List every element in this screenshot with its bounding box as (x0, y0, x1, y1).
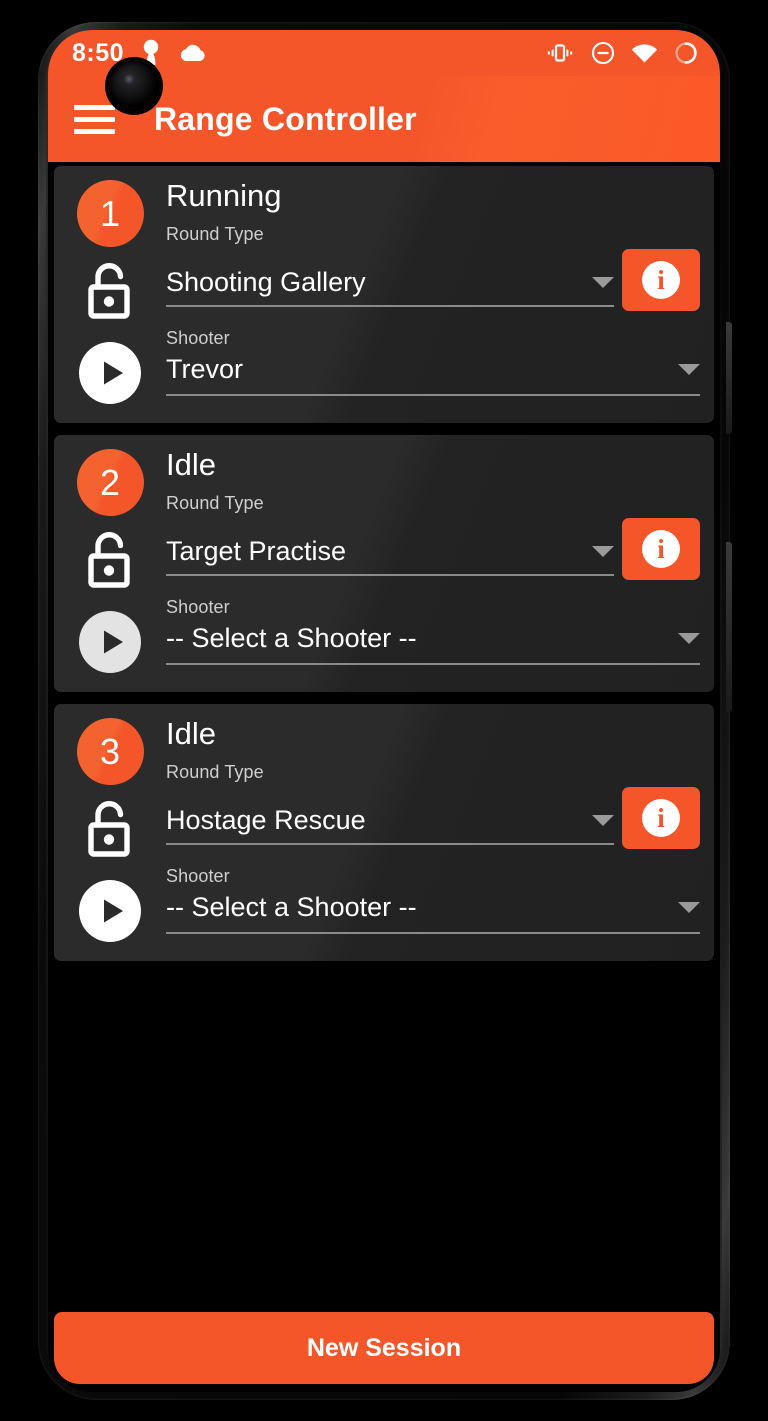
wifi-icon (631, 43, 658, 64)
chevron-down-icon (592, 546, 614, 558)
chevron-down-icon (592, 277, 614, 289)
lane-card-left-column: 1 (68, 178, 152, 409)
lane-status: Idle (166, 716, 216, 751)
unlocked-padlock-icon[interactable] (82, 261, 138, 328)
lane-list: 1 Running Round Type Shooting Gallery i … (48, 162, 720, 1392)
shooter-value: Trevor (166, 354, 244, 385)
round-type-row: Target Practise i (166, 518, 700, 581)
page-title: Range Controller (154, 100, 417, 137)
shooter-row: -- Select a Shooter -- (166, 623, 700, 666)
lane-card-right-column: Idle Round Type Hostage Rescue i Shooter… (152, 716, 700, 947)
round-type-field: Round Type Shooting Gallery i (166, 223, 700, 312)
info-icon: i (642, 530, 680, 569)
lane-number-badge: 3 (76, 718, 144, 785)
shooter-value: -- Select a Shooter -- (166, 623, 417, 654)
power-button[interactable] (726, 322, 732, 434)
unlocked-padlock-icon[interactable] (82, 799, 138, 866)
round-type-value: Shooting Gallery (166, 267, 366, 298)
menu-line (74, 116, 115, 122)
round-type-row: Hostage Rescue i (166, 787, 700, 850)
volume-button[interactable] (726, 542, 732, 712)
shooter-row: -- Select a Shooter -- (166, 892, 700, 935)
shooter-field: Shooter Trevor (166, 328, 700, 397)
shooter-label: Shooter (166, 866, 230, 887)
front-camera-punch-hole (108, 60, 160, 112)
info-icon: i (642, 261, 680, 300)
phone-screen: 8:50 Range Controller 1 Running Round Ty… (48, 30, 720, 1392)
shooter-field: Shooter -- Select a Shooter -- (166, 866, 700, 935)
lane-card-right-column: Idle Round Type Target Practise i Shoote… (152, 447, 700, 678)
shooter-select[interactable]: -- Select a Shooter -- (166, 892, 700, 935)
lane-card[interactable]: 3 Idle Round Type Hostage Rescue i Shoot… (54, 704, 714, 961)
round-type-select[interactable]: Target Practise (166, 536, 614, 577)
status-bar-right-group (545, 41, 698, 65)
chevron-down-icon (678, 633, 700, 645)
do-not-disturb-icon (591, 41, 615, 65)
lane-status: Running (166, 178, 282, 213)
round-type-label: Round Type (166, 223, 264, 244)
menu-line (74, 104, 115, 110)
round-type-select[interactable]: Hostage Rescue (166, 805, 614, 846)
lane-number-badge: 2 (76, 449, 144, 516)
lane-card[interactable]: 1 Running Round Type Shooting Gallery i … (54, 166, 714, 423)
round-type-label: Round Type (166, 761, 264, 782)
shooter-label: Shooter (166, 597, 230, 618)
shooter-select[interactable]: Trevor (166, 354, 700, 397)
vibrate-icon (545, 42, 575, 64)
shooter-select[interactable]: -- Select a Shooter -- (166, 623, 700, 666)
chevron-down-icon (678, 364, 700, 376)
shooter-field: Shooter -- Select a Shooter -- (166, 597, 700, 666)
shooter-label: Shooter (166, 328, 230, 349)
play-circle-icon[interactable] (79, 880, 141, 947)
status-bar-clock: 8:50 (72, 38, 125, 67)
round-type-info-button[interactable]: i (622, 518, 700, 581)
new-session-button[interactable]: New Session (54, 1312, 714, 1384)
round-type-row: Shooting Gallery i (166, 249, 700, 312)
battery-icon (674, 41, 698, 65)
unlocked-padlock-icon[interactable] (82, 530, 138, 597)
lane-status: Idle (166, 447, 216, 482)
lane-card-left-column: 3 (68, 716, 152, 947)
round-type-label: Round Type (166, 492, 264, 513)
chevron-down-icon (678, 902, 700, 914)
chevron-down-icon (592, 815, 614, 827)
info-icon: i (642, 799, 680, 838)
round-type-field: Round Type Hostage Rescue i (166, 761, 700, 850)
round-type-select[interactable]: Shooting Gallery (166, 267, 614, 308)
menu-line (74, 128, 115, 134)
lane-card-left-column: 2 (68, 447, 152, 678)
play-circle-icon[interactable] (79, 611, 141, 678)
round-type-info-button[interactable]: i (622, 787, 700, 850)
lane-card[interactable]: 2 Idle Round Type Target Practise i Shoo… (54, 435, 714, 692)
lane-number-badge: 1 (76, 180, 144, 247)
round-type-value: Target Practise (166, 536, 347, 567)
round-type-info-button[interactable]: i (622, 249, 700, 312)
cloud-icon (178, 43, 208, 63)
play-circle-icon[interactable] (79, 342, 141, 409)
shooter-row: Trevor (166, 354, 700, 397)
round-type-value: Hostage Rescue (166, 805, 366, 836)
round-type-field: Round Type Target Practise i (166, 492, 700, 581)
lane-card-right-column: Running Round Type Shooting Gallery i Sh… (152, 178, 700, 409)
shooter-value: -- Select a Shooter -- (166, 892, 417, 923)
